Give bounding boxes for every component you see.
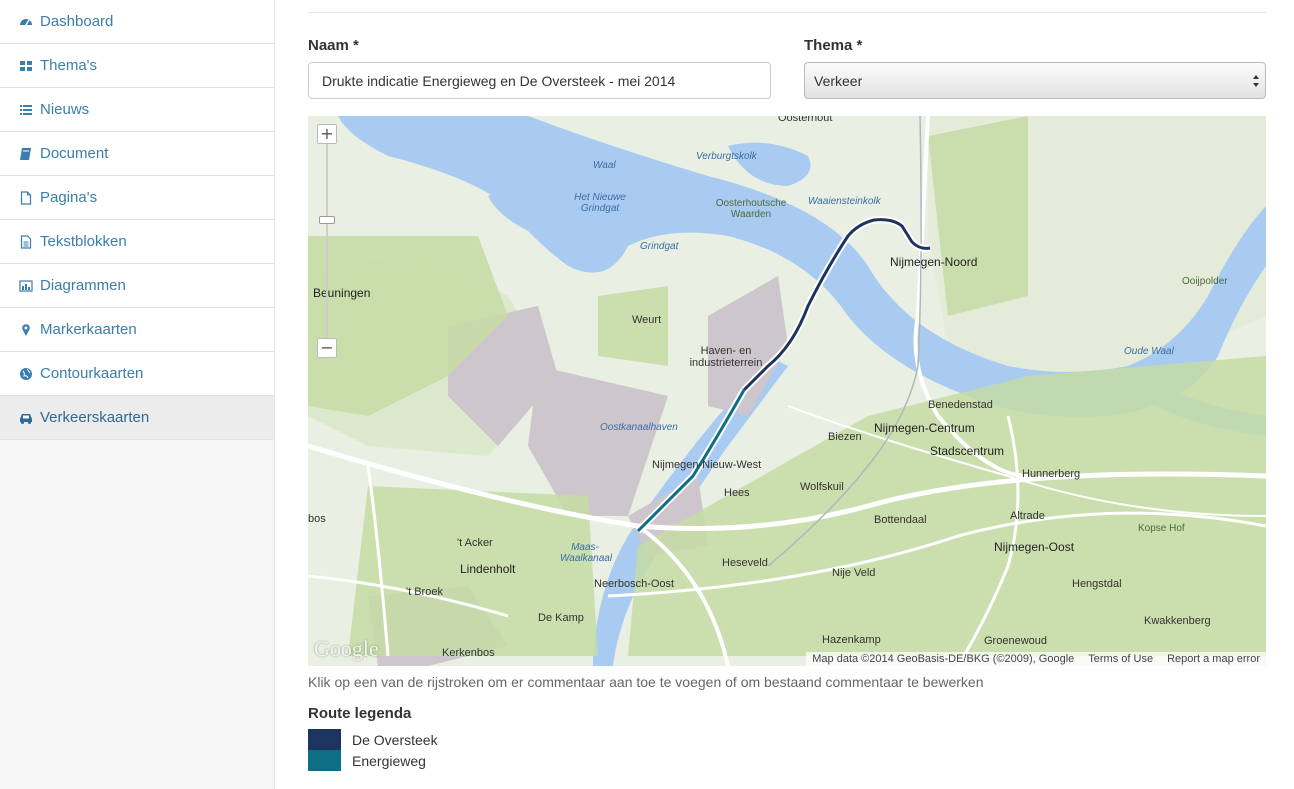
sidebar-item-label: Pagina's [40,189,98,206]
zoom-slider-handle[interactable] [319,216,335,224]
file-icon [18,190,34,206]
place-label: Nije Veld [832,567,876,579]
map-attribution: Map data ©2014 GeoBasis-DE/BKG (©2009), … [812,653,1075,665]
sidebar-item-label: Contourkaarten [40,365,144,382]
sidebar-item-diagrammen[interactable]: Diagrammen [0,264,274,308]
sidebar-item-themas[interactable]: Thema's [0,44,274,88]
legend-item: Energieweg [308,750,426,771]
place-label: Waaiensteinkolk [808,196,881,207]
google-logo: Google [314,636,379,661]
sidebar-item-label: Verkeerskaarten [40,409,150,426]
place-label: Hengstdal [1072,578,1122,590]
place-label: Stadscentrum [930,444,1005,458]
place-label: Maas-Waalkanaal [560,542,613,564]
theme-label: Thema * [804,37,863,54]
place-label: Nijmegen-Oost [994,540,1075,554]
car-icon [18,410,34,426]
sidebar-item-label: Nieuws [40,101,90,118]
sidebar-item-label: Diagrammen [40,277,126,294]
bar-chart-icon [18,278,34,294]
place-label: Nijmegen-Nieuw-West [652,459,762,471]
map-marker-icon [18,322,34,338]
sidebar-item-paginas[interactable]: Pagina's [0,176,274,220]
place-label: Benedenstad [928,399,993,411]
place-label: bos [308,513,326,525]
file-text-icon [18,234,34,250]
zoom-in-button[interactable]: + [317,124,337,144]
place-label: Verburgtskolk [696,151,757,162]
main-content: Naam * Thema * Verkeer [308,0,1266,789]
dashboard-icon [18,14,34,30]
sidebar-item-label: Markerkaarten [40,321,137,338]
sidebar-item-markerkaarten[interactable]: Markerkaarten [0,308,274,352]
legend-label: De Oversteek [352,731,438,748]
place-label: Biezen [828,431,862,443]
place-label: Bottendaal [874,514,927,526]
zoom-control: + − [317,124,337,364]
legend-item: De Oversteek [308,729,438,750]
sidebar-item-contourkaarten[interactable]: Contourkaarten [0,352,274,396]
place-label: Wolfskuil [800,481,844,493]
sidebar-item-label: Dashboard [40,13,114,30]
map-instructions: Klik op een van de rijstroken om er comm… [308,674,984,690]
name-label: Naam * [308,37,359,54]
legend-swatch [308,750,341,771]
zoom-out-button[interactable]: − [317,338,337,358]
sidebar-item-label: Thema's [40,57,98,74]
theme-select[interactable]: Verkeer [804,62,1266,99]
divider [308,12,1266,13]
place-label: Kwakkenberg [1144,615,1211,627]
place-label: Altrade [1010,510,1045,522]
place-label: Het Nieuwe Grindgat [574,192,626,214]
place-label: Nijmegen-Centrum [874,421,975,435]
sidebar-item-label: Document [40,145,109,162]
place-label: Groenewoud [984,635,1047,647]
sidebar: Dashboard Thema's Nieuws Document Pagina… [0,0,275,789]
sidebar-item-tekstblokken[interactable]: Tekstblokken [0,220,274,264]
place-label: Weurt [632,314,662,326]
place-label: Hunnerberg [1022,468,1081,480]
place-label: Oosterhout [778,116,833,124]
place-label: Kopse Hof [1138,523,1185,534]
place-label: Oostkanaalhaven [600,422,678,433]
terms-link[interactable]: Terms of Use [1088,653,1153,665]
legend-swatch [308,729,341,750]
place-label: Oude Waal [1124,346,1174,357]
list-icon [18,102,34,118]
place-label: Hees [724,487,750,499]
book-icon [18,146,34,162]
place-label: Heseveld [722,557,768,569]
place-label: 't Broek [406,586,443,598]
sidebar-item-nieuws[interactable]: Nieuws [0,88,274,132]
place-label: Waal [593,160,616,171]
place-label: Lindenholt [460,562,516,576]
place-label: Hazenkamp [822,634,881,646]
globe-icon [18,366,34,382]
sidebar-item-verkeerskaarten[interactable]: Verkeerskaarten [0,396,274,440]
place-label: 't Acker [457,537,493,549]
place-label: Grindgat [640,241,679,252]
report-map-error-link[interactable]: Report a map error [1167,653,1260,665]
theme-select-value: Verkeer [814,72,863,89]
place-label: Neerbosch-Oost [594,578,675,590]
name-input[interactable] [308,62,771,99]
select-arrows-icon [1252,72,1260,90]
place-label: Ooijpolder [1182,276,1228,287]
place-label: Kerkenbos [442,647,495,659]
sidebar-item-label: Tekstblokken [40,233,127,250]
map-attribution-bar: Map data ©2014 GeoBasis-DE/BKG (©2009), … [806,652,1266,666]
sidebar-item-document[interactable]: Document [0,132,274,176]
place-label: De Kamp [538,612,584,624]
legend-label: Energieweg [352,752,426,769]
zoom-slider-track[interactable] [326,144,328,348]
place-label: Nijmegen-Noord [890,255,978,269]
traffic-map[interactable]: Oosterhout Waal Verburgtskolk Het Nieuwe… [308,116,1266,666]
legend-title: Route legenda [308,705,412,722]
sidebar-item-dashboard[interactable]: Dashboard [0,0,274,44]
grid-icon [18,58,34,74]
place-label: Oosterhoutsche Waarden [715,198,787,220]
place-label: Haven- en industrieterrein [689,345,763,369]
